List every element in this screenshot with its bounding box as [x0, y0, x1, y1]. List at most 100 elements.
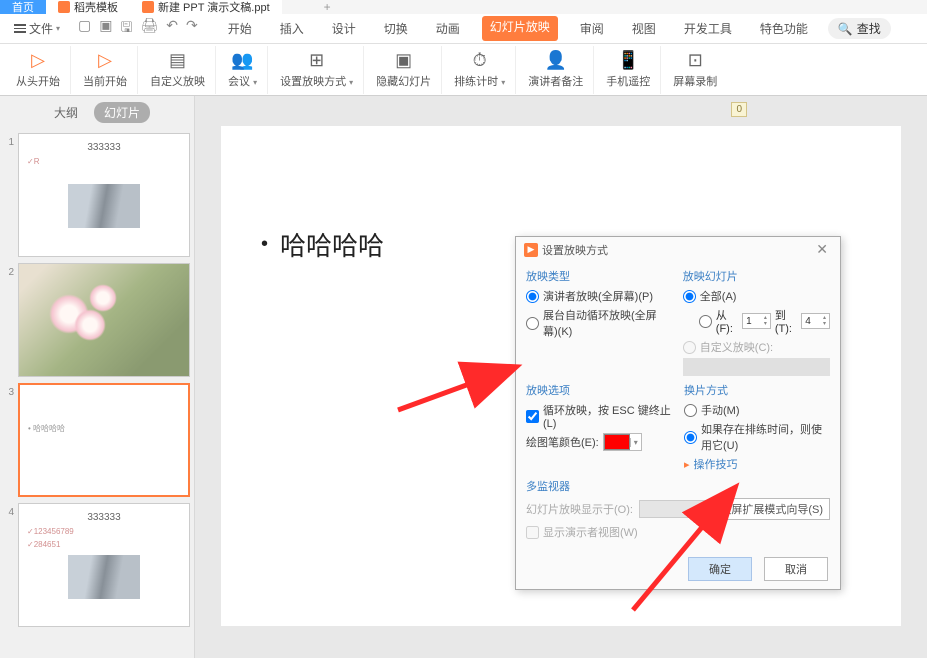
- presenter-icon: 👤: [545, 50, 567, 71]
- ribbon-phone[interactable]: 📱 手机遥控: [596, 46, 661, 94]
- slide-number: 2: [4, 263, 14, 377]
- print-icon[interactable]: 🖨: [140, 17, 158, 41]
- dialog-buttons: 确定 取消: [516, 549, 840, 589]
- monitor-display-label: 幻灯片放映显示于(O):: [526, 501, 633, 517]
- main-toolbar: 文件 ▾ ▢ ▣ 🖫 🖨 ↶ ↷ 开始 插入 设计 切换 动画 幻灯片放映 审阅…: [0, 14, 927, 44]
- slide-number: 3: [4, 383, 14, 497]
- radio-use-timing[interactable]: 如果存在排练时间，则使用它(U): [684, 421, 830, 453]
- dialog-app-icon: ▶: [524, 243, 538, 257]
- redo-icon[interactable]: ↷: [186, 17, 198, 41]
- slide-thumbnail[interactable]: • 哈哈哈哈: [18, 383, 190, 497]
- dialog-title-text: 设置放映方式: [542, 242, 608, 258]
- ribbon-from-current[interactable]: ▷ 当前开始: [73, 46, 138, 94]
- tab-document[interactable]: 新建 PPT 演示文稿.ppt: [130, 0, 282, 14]
- menu-transition[interactable]: 切换: [378, 16, 414, 41]
- slide-item-2[interactable]: 2: [4, 263, 190, 377]
- setup-slideshow-dialog: ▶ 设置放映方式 ✕ 放映类型 演讲者放映(全屏幕)(P) 展台自动循环放映(全…: [515, 236, 841, 590]
- cancel-button[interactable]: 取消: [764, 557, 828, 581]
- dual-screen-wizard-button[interactable]: 双屏扩展模式向导(S): [713, 498, 830, 520]
- hide-slide-icon: ▣: [395, 50, 412, 71]
- hamburger-icon: [14, 24, 26, 33]
- sidebar-tab-outline[interactable]: 大纲: [44, 102, 88, 123]
- pen-color-picker[interactable]: ▾: [603, 433, 642, 451]
- radio-manual[interactable]: 手动(M): [684, 402, 830, 418]
- add-tab-button[interactable]: +: [312, 0, 343, 14]
- chevron-down-icon: ▾: [630, 438, 641, 447]
- menu-slideshow[interactable]: 幻灯片放映: [482, 16, 558, 41]
- show-slides-section: 放映幻灯片 全部(A) 从(F): 1▴▾ 到(T): 4▴▾ 自定义放映(C)…: [683, 268, 830, 376]
- slide-number: 1: [4, 133, 14, 257]
- radio-kiosk[interactable]: 展台自动循环放映(全屏幕)(K): [526, 307, 671, 339]
- play-from-current-icon: ▷: [98, 50, 112, 71]
- chevron-down-icon: ▾: [56, 24, 60, 33]
- advance-section: 换片方式 手动(M) 如果存在排练时间，则使用它(U) ▸操作技巧: [684, 382, 830, 472]
- tab-home[interactable]: 首页: [0, 0, 46, 14]
- search-label: 查找: [857, 20, 881, 37]
- menu-special[interactable]: 特色功能: [754, 16, 814, 41]
- menu-view[interactable]: 视图: [626, 16, 662, 41]
- slide-item-4[interactable]: 4 333333 ✓123456789 ✓284651: [4, 503, 190, 627]
- slides-list[interactable]: 1 333333 ✓R 2 3: [0, 129, 194, 658]
- new-icon[interactable]: ▢: [78, 17, 91, 41]
- document-tabs-bar: 首页 稻壳模板 新建 PPT 演示文稿.ppt +: [0, 0, 927, 14]
- close-icon[interactable]: ✕: [812, 241, 832, 258]
- undo-icon[interactable]: ↶: [166, 17, 178, 41]
- slide-thumbnail[interactable]: 333333 ✓R: [18, 133, 190, 257]
- checkbox-presenter-view: 显示演示者视图(W): [526, 524, 830, 540]
- record-icon: ⊡: [688, 50, 703, 71]
- menu-tabs: 开始 插入 设计 切换 动画 幻灯片放映 审阅 视图 开发工具 特色功能: [222, 16, 814, 41]
- slide-thumbnail[interactable]: [18, 263, 190, 377]
- search-box[interactable]: 🔍 查找: [828, 18, 891, 39]
- radio-range[interactable]: [699, 315, 712, 328]
- section-title: 多监视器: [526, 478, 830, 494]
- slides-range-row: 从(F): 1▴▾ 到(T): 4▴▾: [683, 307, 830, 335]
- ribbon-custom[interactable]: ▤ 自定义放映: [140, 46, 216, 94]
- monitor-select: [639, 500, 707, 518]
- clock-icon: ⏱: [473, 50, 487, 71]
- tips-link[interactable]: ▸操作技巧: [684, 456, 830, 472]
- menu-animation[interactable]: 动画: [430, 16, 466, 41]
- slide-thumbnail[interactable]: 333333 ✓123456789 ✓284651: [18, 503, 190, 627]
- docer-icon: [58, 1, 70, 13]
- slide-item-1[interactable]: 1 333333 ✓R: [4, 133, 190, 257]
- to-spinner[interactable]: 4▴▾: [801, 313, 830, 329]
- custom-show-select: [683, 358, 830, 376]
- sidebar-tab-slides[interactable]: 幻灯片: [94, 102, 150, 123]
- section-title: 放映幻灯片: [683, 268, 830, 284]
- dialog-titlebar[interactable]: ▶ 设置放映方式 ✕: [516, 237, 840, 262]
- slide-item-3[interactable]: 3 • 哈哈哈哈: [4, 383, 190, 497]
- search-icon: 🔍: [838, 22, 853, 36]
- menu-insert[interactable]: 插入: [274, 16, 310, 41]
- show-type-section: 放映类型 演讲者放映(全屏幕)(P) 展台自动循环放映(全屏幕)(K): [526, 268, 671, 376]
- page-indicator: 0: [731, 102, 747, 117]
- slide-text-content[interactable]: 哈哈哈哈: [261, 226, 384, 263]
- ribbon-from-start[interactable]: ▷ 从头开始: [6, 46, 71, 94]
- custom-show-icon: ▤: [169, 50, 186, 71]
- checkbox-loop[interactable]: 循环放映，按 ESC 键终止(L): [526, 402, 672, 430]
- radio-presenter[interactable]: 演讲者放映(全屏幕)(P): [526, 288, 671, 304]
- menu-design[interactable]: 设计: [326, 16, 362, 41]
- menu-review[interactable]: 审阅: [574, 16, 610, 41]
- setup-icon: ⊞: [309, 50, 324, 71]
- ribbon-record[interactable]: ⊡ 屏幕录制: [663, 46, 727, 94]
- meeting-icon: 👥: [231, 50, 253, 71]
- from-spinner[interactable]: 1▴▾: [742, 313, 771, 329]
- file-menu[interactable]: 文件 ▾: [6, 18, 68, 39]
- save-icon[interactable]: 🖫: [121, 17, 133, 41]
- section-title: 放映选项: [526, 382, 672, 398]
- color-swatch: [604, 434, 630, 450]
- radio-all-slides[interactable]: 全部(A): [683, 288, 830, 304]
- section-title: 放映类型: [526, 268, 671, 284]
- ok-button[interactable]: 确定: [688, 557, 752, 581]
- menu-dev[interactable]: 开发工具: [678, 16, 738, 41]
- play-from-start-icon: ▷: [31, 50, 45, 71]
- menu-start[interactable]: 开始: [222, 16, 258, 41]
- ribbon-setup[interactable]: ⊞ 设置放映方式 ▾: [270, 46, 364, 94]
- open-icon[interactable]: ▣: [99, 17, 112, 41]
- ribbon-hide[interactable]: ▣ 隐藏幻灯片: [366, 46, 442, 94]
- tab-template[interactable]: 稻壳模板: [46, 0, 130, 14]
- dialog-body: 放映类型 演讲者放映(全屏幕)(P) 展台自动循环放映(全屏幕)(K) 放映幻灯…: [516, 262, 840, 549]
- ribbon-rehearse[interactable]: ⏱ 排练计时 ▾: [444, 46, 516, 94]
- ribbon-meeting[interactable]: 👥 会议 ▾: [218, 46, 268, 94]
- ribbon-presenter[interactable]: 👤 演讲者备注: [518, 46, 594, 94]
